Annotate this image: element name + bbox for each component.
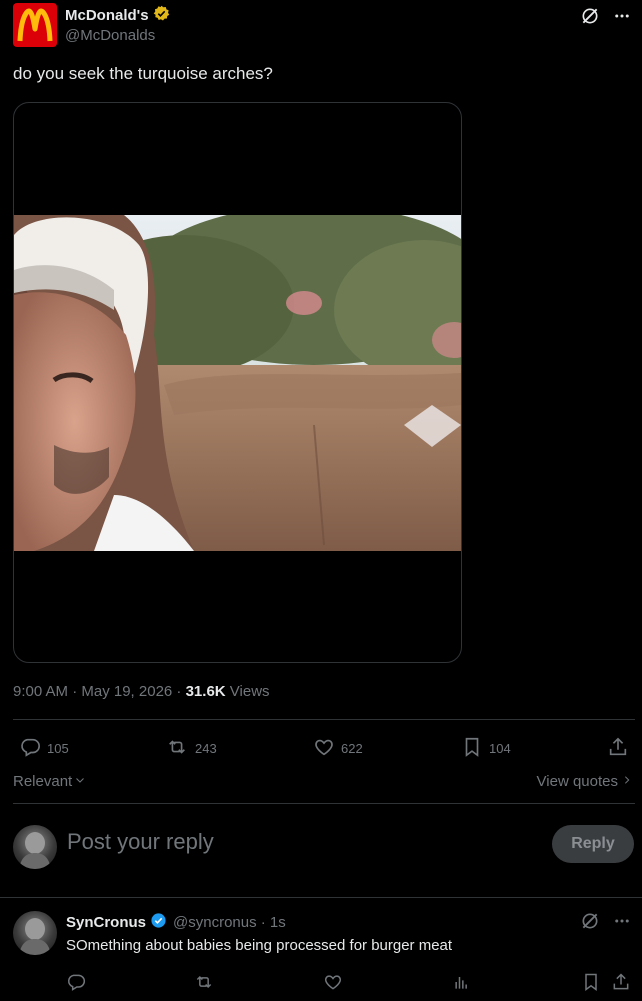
header-actions bbox=[579, 5, 633, 27]
reply-author-name[interactable]: SynCronus bbox=[66, 914, 146, 931]
chevron-down-icon bbox=[74, 773, 86, 790]
gold-verified-badge-icon bbox=[153, 5, 170, 26]
view-quotes-label: View quotes bbox=[536, 773, 618, 790]
mcdonalds-logo[interactable] bbox=[13, 3, 57, 47]
author-name[interactable]: McDonald's bbox=[65, 7, 149, 24]
repost-icon bbox=[165, 736, 189, 761]
like-icon bbox=[313, 736, 335, 761]
reply-submit-button[interactable]: Reply bbox=[552, 825, 634, 863]
chevron-right-icon bbox=[622, 773, 632, 790]
divider bbox=[13, 719, 635, 720]
timestamp[interactable]: 9:00 AM · May 19, 2026 · bbox=[13, 683, 186, 700]
reply-icon bbox=[66, 972, 86, 995]
like-button[interactable]: 622 bbox=[313, 736, 363, 761]
reply-header-actions bbox=[579, 910, 633, 932]
avatar[interactable] bbox=[13, 825, 57, 869]
reply-count: 105 bbox=[47, 741, 69, 756]
tweet-meta: 9:00 AM · May 19, 2026 · 31.6K Views bbox=[13, 683, 270, 700]
views-count: 31.6K bbox=[185, 683, 226, 700]
repost-icon bbox=[193, 972, 215, 995]
sort-relevant[interactable]: Relevant bbox=[13, 773, 86, 790]
author-name-row[interactable]: McDonald's bbox=[65, 5, 170, 26]
blue-verified-badge-icon bbox=[150, 912, 167, 933]
reply-like-button[interactable] bbox=[323, 972, 343, 995]
more-icon[interactable] bbox=[611, 910, 633, 932]
tweet-media[interactable] bbox=[13, 102, 462, 663]
more-icon[interactable] bbox=[611, 5, 633, 27]
tweet-detail-page: McDonald's @McDonalds do you seek the tu… bbox=[0, 0, 642, 1001]
reply-share-button[interactable] bbox=[611, 972, 631, 995]
video-frame[interactable] bbox=[14, 215, 461, 551]
bookmark-button[interactable]: 104 bbox=[461, 736, 511, 761]
view-quotes-link[interactable]: View quotes bbox=[537, 773, 632, 790]
tweet-text: do you seek the turquoise arches? bbox=[13, 64, 273, 83]
divider bbox=[0, 897, 642, 898]
share-button[interactable] bbox=[607, 736, 629, 761]
repost-button[interactable]: 243 bbox=[165, 736, 217, 761]
reply-reply-button[interactable] bbox=[66, 972, 86, 995]
share-icon bbox=[611, 972, 631, 995]
reply-author-handle[interactable]: @syncronus · 1s bbox=[173, 914, 286, 931]
views-icon bbox=[452, 972, 472, 995]
views-label: Views bbox=[225, 683, 270, 700]
reply-bookmark-button[interactable] bbox=[581, 972, 601, 995]
bookmark-count: 104 bbox=[489, 741, 511, 756]
like-count: 622 bbox=[341, 741, 363, 756]
grok-icon[interactable] bbox=[579, 910, 601, 932]
tweet-header: McDonald's @McDonalds bbox=[13, 3, 633, 48]
reply-icon bbox=[19, 736, 41, 761]
author-handle[interactable]: @McDonalds bbox=[65, 27, 155, 44]
bookmark-icon bbox=[581, 972, 601, 995]
divider bbox=[13, 803, 635, 804]
bookmark-icon bbox=[461, 736, 483, 761]
sort-label: Relevant bbox=[13, 773, 73, 790]
repost-count: 243 bbox=[195, 741, 217, 756]
reply-text: SOmething about babies being processed f… bbox=[66, 937, 453, 954]
grok-icon[interactable] bbox=[579, 5, 601, 27]
reply-repost-button[interactable] bbox=[193, 972, 215, 995]
reply-input[interactable]: Post your reply bbox=[67, 829, 214, 855]
share-icon bbox=[607, 736, 629, 761]
reply-author-row[interactable]: SynCronus @syncronus · 1s bbox=[66, 912, 286, 933]
reply-views-button[interactable] bbox=[452, 972, 472, 995]
like-icon bbox=[323, 972, 343, 995]
avatar[interactable] bbox=[13, 911, 57, 955]
reply-button[interactable]: 105 bbox=[19, 736, 69, 761]
